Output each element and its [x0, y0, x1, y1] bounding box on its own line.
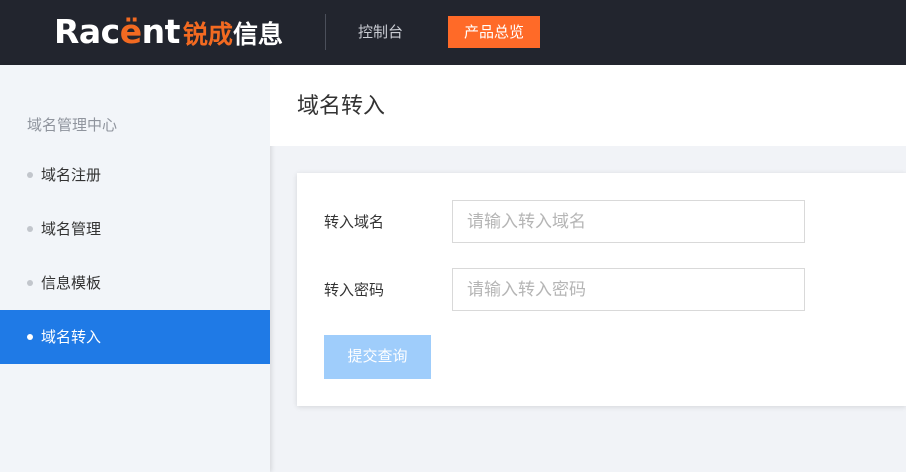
header-divider	[325, 14, 326, 50]
sidebar-item-label: 域名注册	[41, 166, 102, 184]
nav-product-overview-button[interactable]: 产品总览	[448, 16, 540, 48]
domain-field-label: 转入域名	[324, 213, 385, 231]
sidebar-item-info-template[interactable]: 信息模板	[0, 256, 270, 310]
logo-chinese-name: 锐成信息	[182, 20, 283, 49]
racent-logo[interactable]: Racënt 锐成信息	[54, 14, 283, 50]
sidebar-item-domain-transfer[interactable]: 域名转入	[0, 310, 270, 364]
top-bar: Racënt 锐成信息 控制台 产品总览	[0, 0, 906, 65]
logo-wordmark: Racënt	[54, 12, 180, 51]
page-header: 域名转入	[270, 65, 906, 146]
transfer-form-card: 转入域名 转入密码 提交查询	[297, 173, 906, 406]
bullet-icon	[27, 226, 33, 232]
submit-query-button[interactable]: 提交查询	[324, 335, 431, 379]
sidebar: 域名管理中心 域名注册 域名管理 信息模板 域名转入	[0, 65, 270, 472]
nav-console-link[interactable]: 控制台	[358, 20, 403, 45]
sidebar-item-domain-manage[interactable]: 域名管理	[0, 202, 270, 256]
transfer-domain-input[interactable]	[452, 200, 805, 243]
sidebar-item-label: 域名转入	[41, 328, 102, 346]
page-title: 域名转入	[297, 94, 386, 119]
sidebar-title: 域名管理中心	[27, 116, 118, 134]
bullet-icon	[27, 172, 33, 178]
password-field-label: 转入密码	[324, 281, 385, 299]
sidebar-item-label: 域名管理	[41, 220, 102, 238]
sidebar-item-domain-register[interactable]: 域名注册	[0, 148, 270, 202]
bullet-icon	[27, 280, 33, 286]
bullet-icon	[27, 334, 33, 340]
transfer-password-input[interactable]	[452, 268, 805, 311]
sidebar-item-label: 信息模板	[41, 274, 102, 292]
